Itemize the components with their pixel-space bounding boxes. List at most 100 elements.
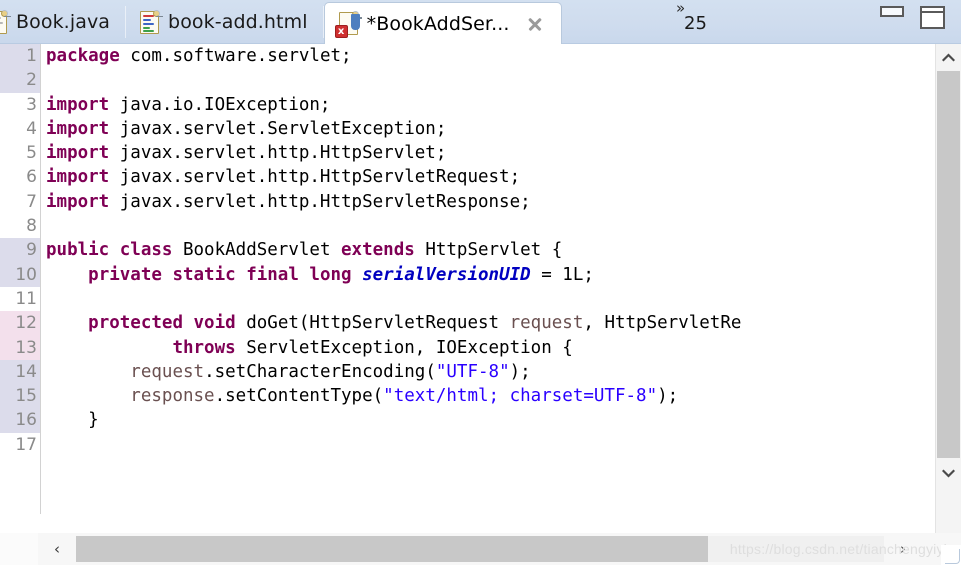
code-token-plain: javax.servlet.http.HttpServletResponse; (109, 191, 531, 212)
line-number[interactable]: 15 (0, 384, 40, 409)
tab-overflow-count: 25 (684, 13, 707, 34)
chevron-double-right-icon: » (676, 0, 685, 17)
line-number-gutter[interactable]: 1 2 3 4 5 6 7 8 9 10 11 12 13 14 15 16 17 (0, 44, 40, 533)
editor-tab-label: *BookAddSer... (366, 12, 510, 35)
vertical-scroll-track[interactable] (936, 487, 961, 533)
maximize-button[interactable] (920, 6, 945, 29)
line-number[interactable]: 8 (0, 214, 40, 238)
editor-tab-label: Book.java (16, 11, 111, 33)
code-token-plain: ); (509, 361, 531, 382)
scroll-down-icon[interactable] (936, 460, 961, 486)
code-token-parm: response (130, 386, 215, 407)
java-file-icon (0, 9, 11, 34)
code-line: import javax.servlet.http.HttpServletReq… (41, 165, 935, 189)
line-number[interactable]: 4 (0, 117, 40, 141)
code-token-parm: request (130, 361, 205, 382)
code-token-kw: import (46, 118, 110, 139)
code-token-plain: java.io.IOException; (109, 94, 331, 115)
line-number[interactable]: 5 (0, 141, 40, 165)
code-token-plain: , HttpServletRe (583, 313, 742, 334)
tab-overflow-button[interactable]: » 25 (676, 0, 707, 34)
code-line: protected void doGet(HttpServletRequest … (41, 311, 935, 335)
code-token-plain: ServletException, IOException { (235, 337, 573, 358)
code-token-plain: BookAddServlet (172, 240, 342, 261)
code-line: import java.io.IOException; (41, 93, 935, 117)
code-token-plain: HttpServlet { (414, 240, 563, 261)
line-number[interactable]: 1 (0, 44, 40, 69)
editor-tab-label: book-add.html (168, 11, 308, 33)
window-resize-corner[interactable] (941, 545, 961, 565)
line-number[interactable]: 10 (0, 262, 40, 287)
code-token-kw: throws (172, 337, 236, 358)
code-token-plain: = 1L; (530, 264, 594, 285)
horizontal-scrollbar[interactable]: ‹ › (0, 533, 961, 565)
line-number[interactable]: 7 (0, 190, 40, 214)
code-token-fld: serialVersionUID (362, 264, 531, 285)
scroll-up-icon[interactable] (936, 44, 961, 70)
code-text-area[interactable]: package com.software.servlet; import jav… (41, 44, 935, 514)
line-number[interactable]: 2 (0, 68, 40, 93)
code-token-kw: import (46, 191, 110, 212)
scrollbar-left-pad (0, 533, 38, 565)
scroll-right-icon[interactable]: › (884, 533, 922, 565)
line-number[interactable]: 14 (0, 359, 40, 385)
code-token-plain: javax.servlet.http.HttpServlet; (109, 143, 447, 164)
line-number[interactable]: 16 (0, 408, 40, 433)
code-token-plain: .setContentType( (214, 386, 384, 407)
close-icon[interactable] (525, 14, 545, 34)
editor-tab-2[interactable]: x *BookAddSer... (323, 2, 562, 44)
eclipse-editor-window: Book.java book-add.html x *BookAddSer... » … (0, 0, 961, 565)
code-line: public class BookAddServlet extends Http… (41, 238, 935, 262)
line-number[interactable]: 17 (0, 433, 40, 457)
vertical-scroll-thumb[interactable] (937, 71, 960, 458)
code-token-kw: extends (341, 240, 415, 261)
code-token-str: "text/html; charset=UTF-8" (383, 386, 658, 407)
window-controls (880, 6, 945, 29)
code-editor[interactable]: 1 2 3 4 5 6 7 8 9 10 11 12 13 14 15 16 17 package com.so… (0, 44, 961, 533)
code-line: } (41, 408, 935, 432)
code-token-kw: import (46, 143, 110, 164)
code-token-kw: private static final long (88, 264, 352, 285)
code-token-str: "UTF-8" (435, 361, 510, 382)
editor-tab-1[interactable]: book-add.html (126, 0, 324, 44)
line-number[interactable]: 13 (0, 335, 40, 360)
code-line: import javax.servlet.http.HttpServlet; (41, 141, 935, 165)
code-token-plain: javax.servlet.http.HttpServletRequest; (109, 167, 521, 188)
horizontal-scroll-track[interactable] (708, 536, 884, 562)
editor-tab-bar: Book.java book-add.html x *BookAddSer... » … (0, 0, 961, 44)
code-line: response.setContentType("text/html; char… (41, 384, 935, 408)
line-number[interactable]: 11 (0, 287, 40, 311)
code-token-plain: } (46, 410, 99, 431)
html-file-icon (140, 9, 164, 34)
code-line: throws ServletException, IOException { (41, 336, 935, 360)
code-line: request.setCharacterEncoding("UTF-8"); (41, 360, 935, 384)
editor-tab-0[interactable]: Book.java (0, 0, 127, 44)
code-line: import javax.servlet.ServletException; (41, 117, 935, 141)
code-token-kw: protected void (88, 313, 236, 334)
vertical-scrollbar[interactable] (935, 44, 961, 533)
line-number[interactable]: 3 (0, 93, 40, 117)
code-token-kw: import (46, 167, 110, 188)
tab-list: Book.java book-add.html x *BookAddSer... (0, 0, 562, 44)
code-token-kw: public class (46, 240, 173, 261)
java-file-error-icon: x (334, 11, 362, 38)
line-number[interactable]: 6 (0, 165, 40, 189)
code-line: import javax.servlet.http.HttpServletRes… (41, 190, 935, 214)
code-token-plain: com.software.servlet; (119, 46, 352, 66)
code-token-plain: doGet(HttpServletRequest (235, 313, 510, 334)
code-token-kw: package (46, 46, 120, 66)
code-token-parm: request (509, 313, 584, 334)
minimize-button[interactable] (880, 6, 904, 17)
line-number[interactable]: 12 (0, 311, 40, 336)
line-number[interactable]: 9 (0, 238, 40, 263)
scroll-left-icon[interactable]: ‹ (38, 533, 76, 565)
horizontal-scroll-thumb[interactable] (76, 536, 708, 562)
